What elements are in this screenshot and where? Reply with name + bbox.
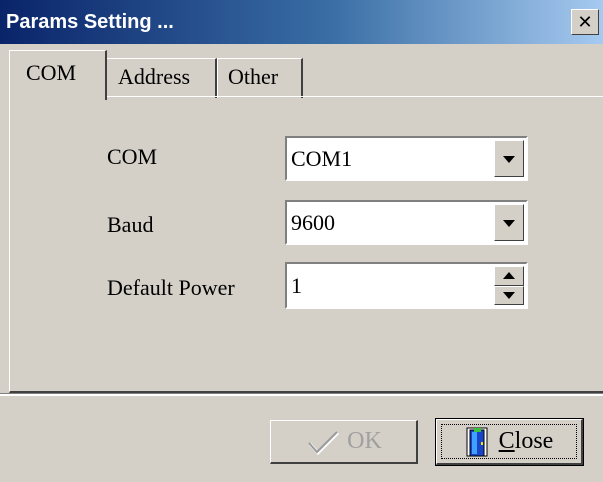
close-button[interactable]: Close bbox=[435, 418, 584, 466]
door-icon bbox=[466, 427, 488, 456]
chevron-down-icon bbox=[503, 292, 515, 300]
tab-label: Other bbox=[228, 64, 279, 89]
spin-down-button[interactable] bbox=[494, 285, 524, 305]
close-window-button[interactable]: ✕ bbox=[571, 9, 599, 35]
close-icon: ✕ bbox=[577, 12, 593, 32]
tab-label: Address bbox=[118, 64, 191, 89]
ok-label: OK bbox=[347, 428, 382, 454]
chevron-down-icon bbox=[503, 155, 515, 163]
tab-label: COM bbox=[26, 60, 77, 85]
baud-select[interactable]: 9600 bbox=[285, 200, 528, 245]
power-spin-buttons bbox=[494, 266, 524, 305]
tab-com[interactable]: COM bbox=[9, 50, 107, 100]
close-label: Close bbox=[498, 428, 554, 454]
title-bar[interactable]: Params Setting ... ✕ bbox=[0, 0, 603, 44]
com-select[interactable]: COM1 bbox=[285, 136, 528, 181]
checkmark-icon bbox=[308, 430, 340, 455]
com-dropdown-button[interactable] bbox=[494, 140, 524, 177]
baud-value: 9600 bbox=[291, 209, 335, 235]
chevron-down-icon bbox=[503, 219, 515, 227]
power-spinbox[interactable]: 1 bbox=[285, 262, 528, 309]
tab-address[interactable]: Address bbox=[106, 58, 217, 98]
baud-dropdown-button[interactable] bbox=[494, 204, 524, 241]
tab-other[interactable]: Other bbox=[217, 58, 303, 98]
ok-button[interactable]: OK bbox=[270, 420, 418, 464]
com-value: COM1 bbox=[291, 145, 353, 171]
spin-up-button[interactable] bbox=[494, 266, 524, 286]
divider bbox=[0, 393, 603, 396]
window-title: Params Setting ... bbox=[6, 11, 174, 33]
power-value: 1 bbox=[291, 272, 302, 298]
chevron-up-icon bbox=[503, 271, 515, 279]
